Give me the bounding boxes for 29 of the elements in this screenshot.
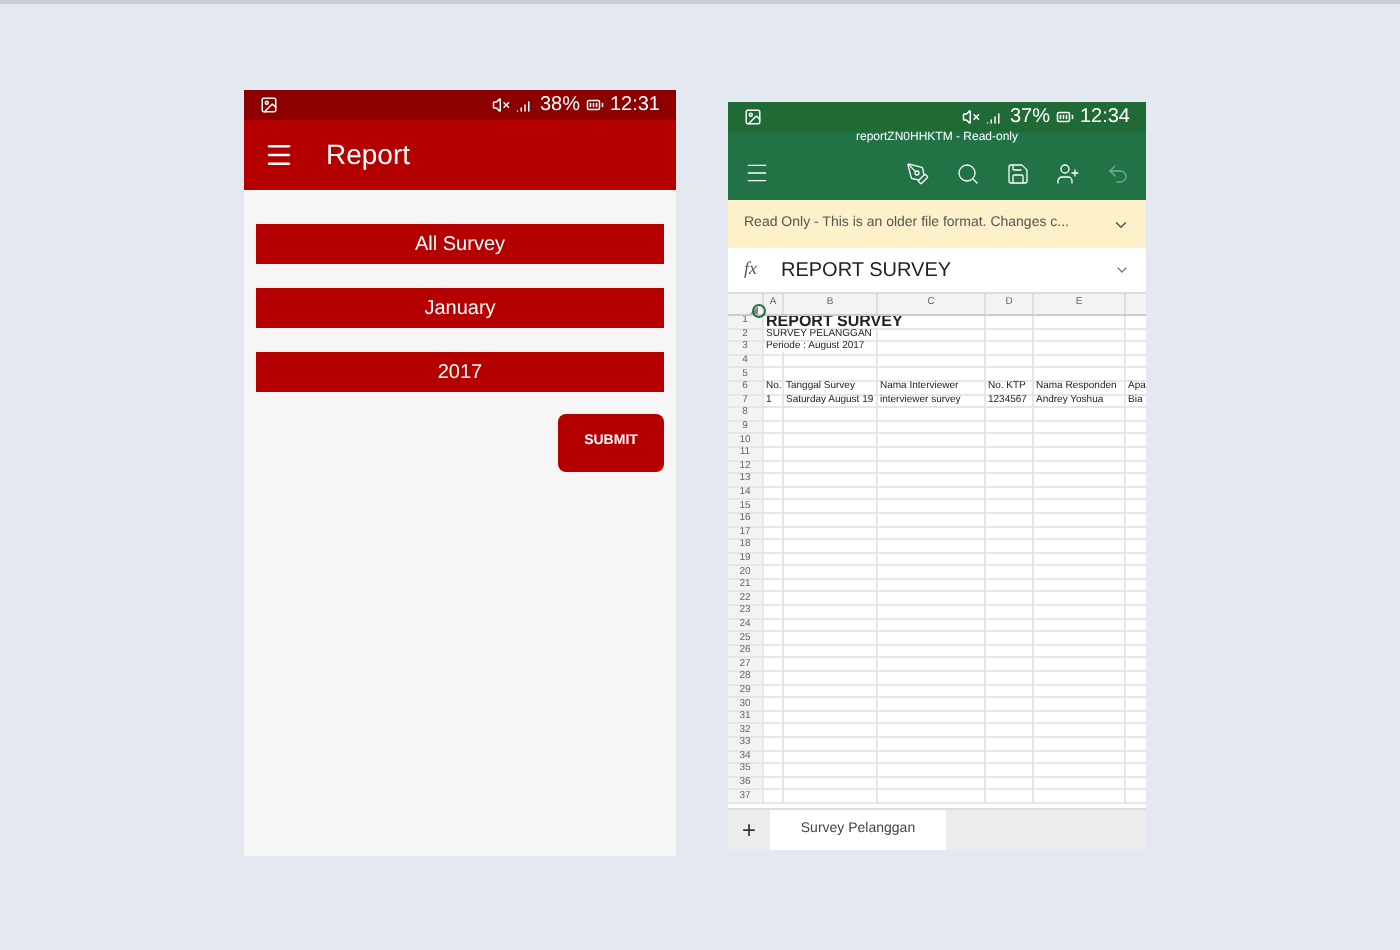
share-person-icon[interactable] [1056,161,1080,185]
image-icon [260,96,278,114]
pen-icon[interactable] [906,161,930,185]
menu-icon[interactable] [264,140,294,170]
cell-text: REPORT SURVEY [766,316,903,329]
menu-icon[interactable] [744,160,770,186]
save-icon[interactable] [1006,161,1030,185]
battery-percent: 38% [539,92,580,120]
clock-time: 12:31 [609,92,660,120]
chevron-down-icon[interactable] [1114,262,1130,278]
image-icon [744,108,762,126]
battery-percent: 37% [1009,104,1050,131]
clock-time: 12:34 [1079,104,1130,132]
signal-icon [515,96,534,114]
dropdown-button[interactable]: 2017 [256,352,664,392]
selection-handle[interactable] [752,304,766,318]
formula-value: REPORT SURVEY [781,257,954,285]
dropdown-button[interactable]: January [256,288,664,328]
add-sheet-button[interactable]: + [728,810,770,850]
signal-icon [985,108,1004,126]
corner-triangle-icon[interactable] [750,306,758,314]
battery-icon [585,96,604,114]
dropdown-button[interactable]: All Survey [256,224,664,264]
fx-label: fx [744,256,757,283]
app-title: Report [326,136,411,174]
mute-icon [491,96,510,114]
search-icon[interactable] [956,161,980,185]
mute-icon [961,108,980,126]
battery-icon [1055,108,1074,126]
